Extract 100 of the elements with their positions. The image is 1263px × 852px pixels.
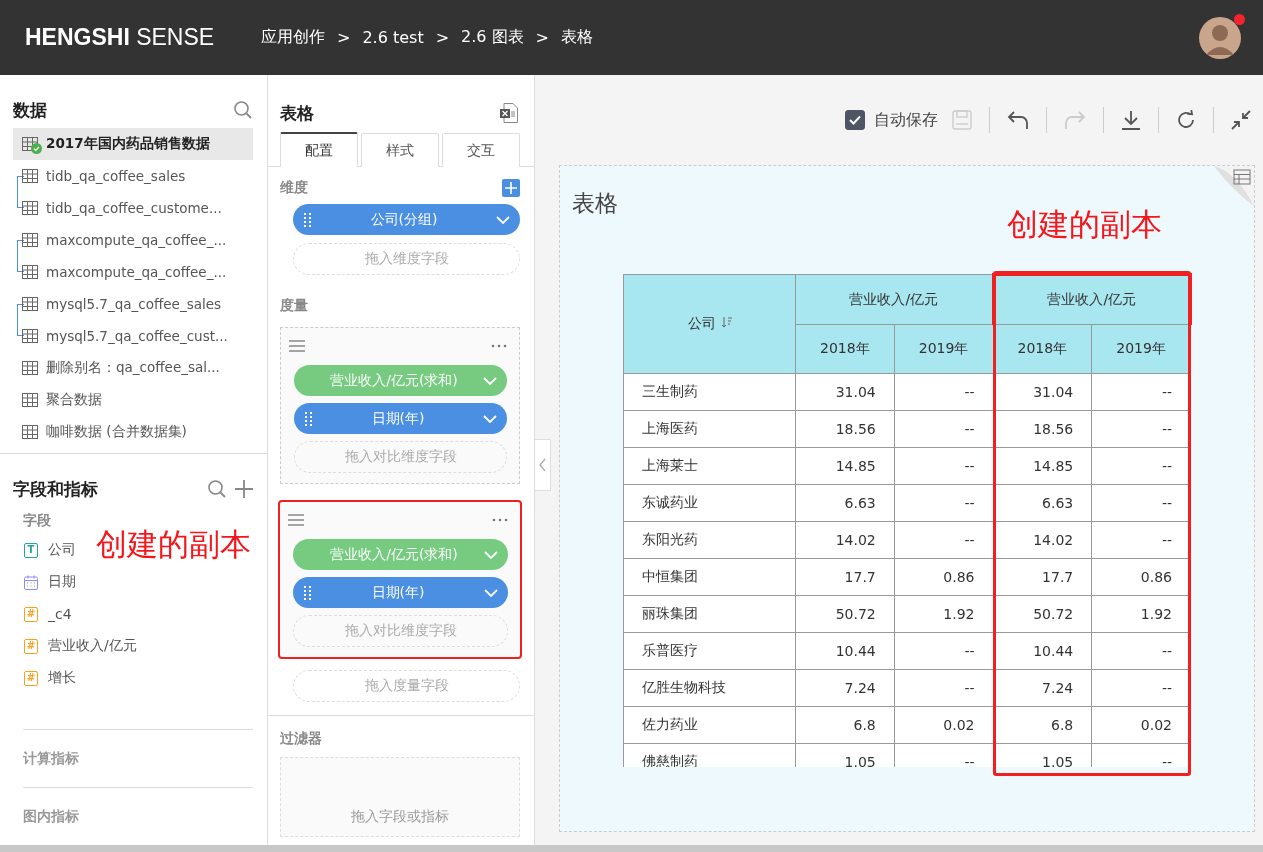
table-cell: 17.7 (795, 558, 895, 596)
collapse-icon[interactable] (1231, 110, 1251, 130)
breadcrumb-link[interactable]: 2.6 test (362, 28, 424, 47)
table-cell: 7.24 (993, 669, 1092, 707)
table-cell: -- (894, 373, 993, 411)
add-icon[interactable] (502, 179, 520, 197)
dataset-item[interactable]: mysql5.7_qa_coffee_cust... (13, 320, 253, 352)
dataset-item[interactable]: 咖啡数据 (合并数据集) (13, 416, 253, 448)
table-cell: 中恒集团 (623, 558, 796, 596)
table-cell: 1.92 (1091, 595, 1191, 633)
dataset-item[interactable]: 2017年国内药品销售数据 (13, 128, 253, 160)
drag-handle-icon[interactable] (305, 411, 313, 426)
table-icon (22, 297, 38, 311)
table-cell: 14.85 (993, 447, 1092, 485)
add-icon[interactable] (235, 480, 253, 498)
section-label: 过滤器 (280, 730, 323, 748)
chevron-down-icon[interactable] (484, 588, 498, 597)
section-label: 字段 (23, 512, 52, 530)
table-icon (22, 233, 38, 247)
field-item[interactable]: # 营业收入/亿元 (13, 630, 137, 662)
table-cell: 10.44 (795, 632, 895, 670)
table-cell: -- (894, 669, 993, 707)
table-cell: 6.63 (795, 484, 895, 522)
refresh-icon[interactable] (1176, 110, 1196, 130)
breadcrumb-link[interactable]: 应用创作 (261, 27, 325, 48)
table-cell: 丽珠集团 (623, 595, 796, 633)
collapse-handle[interactable] (535, 439, 551, 491)
chevron-down-icon[interactable] (483, 376, 497, 385)
drag-handle-icon[interactable] (304, 212, 312, 227)
link-bracket (17, 176, 24, 208)
chevron-down-icon[interactable] (483, 414, 497, 423)
column-header: 2019年 (894, 324, 993, 374)
number-type-icon: # (24, 606, 38, 622)
dataset-item[interactable]: maxcompute_qa_coffee_... (13, 256, 253, 288)
number-type-icon: # (24, 638, 38, 654)
autosave-checkbox[interactable] (845, 110, 865, 130)
menu-icon[interactable] (289, 340, 305, 352)
sort-icon[interactable] (721, 317, 732, 328)
table-cell: -- (894, 632, 993, 670)
table-cell: 0.02 (894, 706, 993, 744)
table-cell: -- (894, 484, 993, 522)
table-icon (22, 329, 38, 343)
breadcrumb-link[interactable]: 2.6 图表 (461, 27, 524, 48)
dataset-item[interactable]: mysql5.7_qa_coffee_sales (13, 288, 253, 320)
table-cell: 0.02 (1091, 706, 1191, 744)
breadcrumb-link[interactable]: 表格 (561, 27, 593, 48)
column-header: 营业收入/亿元 (795, 274, 993, 325)
table-icon (22, 169, 38, 183)
chevron-down-icon[interactable] (484, 550, 498, 559)
section-label: 度量 (280, 297, 309, 315)
field-item[interactable]: # 增长 (13, 662, 76, 694)
check-icon (849, 115, 861, 125)
field-item[interactable]: # _c4 (13, 598, 72, 630)
dataset-item[interactable]: 删除别名：qa_coffee_sal... (13, 352, 253, 384)
more-icon[interactable] (492, 518, 508, 522)
drag-handle-icon[interactable] (304, 585, 312, 600)
chevron-down-icon[interactable] (496, 215, 510, 224)
search-icon[interactable] (233, 100, 253, 120)
table-cell: 1.92 (894, 595, 993, 633)
app-logo[interactable]: HENGSHI SENSE (25, 24, 261, 51)
field-item[interactable]: T 公司 (13, 534, 76, 566)
field-item[interactable]: 日期 (13, 566, 76, 598)
config-tab[interactable]: 配置 (280, 132, 358, 167)
panel-title: 表格 (280, 101, 314, 125)
dataset-item[interactable]: tidb_qa_coffee_sales (13, 160, 253, 192)
search-icon[interactable] (207, 479, 227, 499)
breadcrumb-separator: > (435, 28, 450, 47)
chart-title: 表格 (572, 189, 618, 218)
column-header[interactable]: 公司 (623, 274, 796, 374)
table-cell: -- (1091, 521, 1191, 559)
table-type-icon[interactable] (1214, 166, 1254, 206)
check-badge-icon (31, 143, 42, 154)
breadcrumb-separator: > (535, 28, 549, 47)
config-tab[interactable]: 交互 (442, 133, 520, 167)
table-cell: 6.63 (993, 484, 1092, 522)
menu-icon[interactable] (288, 514, 304, 526)
section-label: 维度 (280, 179, 308, 197)
link-bracket (17, 304, 24, 336)
table-cell: 亿胜生物科技 (623, 669, 796, 707)
table-cell: 50.72 (993, 595, 1092, 633)
table-cell: 0.86 (894, 558, 993, 596)
checkbox-label: 自动保存 (874, 109, 938, 131)
dataset-item[interactable]: 聚合数据 (13, 384, 253, 416)
table-cell: 14.85 (795, 447, 895, 485)
table-cell: 7.24 (795, 669, 895, 707)
annotation-text: 创建的副本 (96, 525, 251, 564)
table-cell: 31.04 (993, 373, 1092, 411)
more-icon[interactable] (491, 344, 507, 348)
config-tab[interactable]: 样式 (361, 133, 439, 167)
calendar-icon (24, 574, 38, 590)
number-type-icon: # (24, 670, 38, 686)
table-cell: -- (1091, 447, 1191, 485)
table-cell: 14.02 (795, 521, 895, 559)
undo-icon[interactable] (1007, 110, 1029, 130)
table-cell: 18.56 (795, 410, 895, 448)
download-icon[interactable] (1121, 110, 1141, 130)
excel-export-icon[interactable] (500, 103, 518, 123)
dataset-item[interactable]: tidb_qa_coffee_custome... (13, 192, 253, 224)
scrollbar[interactable] (0, 845, 1263, 852)
dataset-item[interactable]: maxcompute_qa_coffee_... (13, 224, 253, 256)
